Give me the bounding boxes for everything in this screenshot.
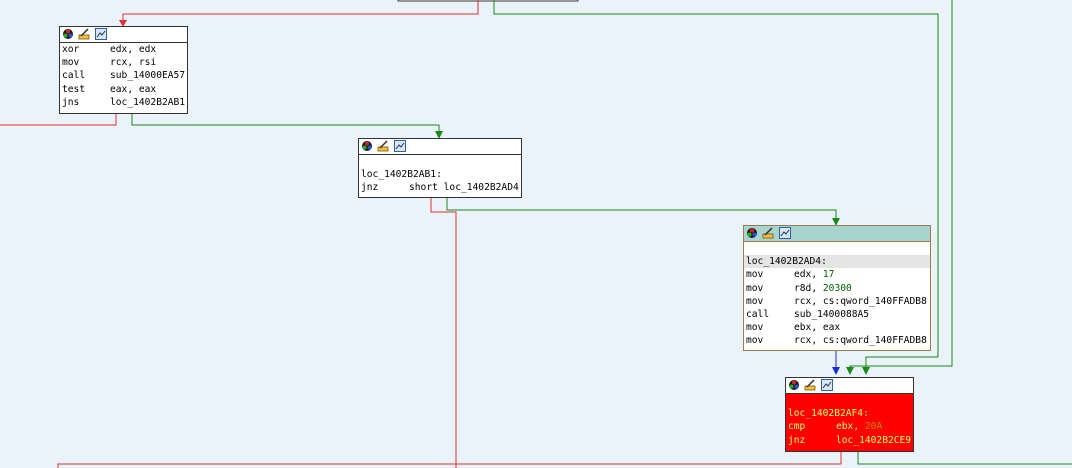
operands: edx, <box>794 269 823 281</box>
operands: ebx, <box>836 421 865 433</box>
operands: edx, edx <box>110 44 157 55</box>
asm-line[interactable]: mov ebx, eax <box>744 321 930 334</box>
mnemonic: mov <box>746 295 764 307</box>
graph-overview-icon[interactable] <box>394 140 406 152</box>
asm-blank <box>786 394 913 407</box>
node-header[interactable] <box>744 226 930 242</box>
color-node-icon[interactable] <box>746 227 758 239</box>
rename-node-icon[interactable] <box>377 140 389 152</box>
operands: loc_1402B2CE9 <box>836 434 912 446</box>
node-header[interactable] <box>60 27 187 43</box>
mnemonic: xor <box>62 44 80 55</box>
mnemonic: cmp <box>788 421 806 433</box>
asm-blank <box>359 155 521 168</box>
node-header[interactable] <box>359 139 521 155</box>
asm-line[interactable]: call sub_14000EA57 <box>60 69 187 82</box>
asm-line[interactable]: mov rcx, cs:qword_140FFADB8 <box>744 334 930 347</box>
ida-graph-view[interactable]: xor edx, edx mov rcx, rsi call sub_14000EA5… <box>0 0 1072 468</box>
asm-label[interactable]: loc_1402B2AB1: <box>359 168 521 181</box>
operands: rcx, cs:qword_140FFADB8 <box>794 335 927 347</box>
edge-false <box>122 0 479 26</box>
mnemonic: jnz <box>788 434 806 446</box>
mnemonic: jnz <box>361 182 379 194</box>
asm-line[interactable]: jnz loc_1402B2CE9 <box>786 434 913 447</box>
color-node-icon[interactable] <box>62 28 74 40</box>
graph-overview-icon[interactable] <box>779 227 791 239</box>
operands: r8d, <box>794 282 823 294</box>
asm-label[interactable]: loc_1402B2AD4: <box>744 255 930 269</box>
mnemonic: jns <box>62 96 80 108</box>
mnemonic: call <box>62 70 86 82</box>
asm-line[interactable]: mov rcx, rsi <box>60 56 187 69</box>
mnemonic: mov <box>746 269 764 281</box>
asm-line[interactable]: call sub_1400088A5 <box>744 308 930 321</box>
operands: sub_1400088A5 <box>794 308 870 320</box>
graph-node-block-c[interactable]: loc_1402B2AD4: mov edx, 17 mov r8d, 20300 … <box>743 225 931 351</box>
asm-line[interactable]: mov r8d, 20300 <box>744 282 930 295</box>
asm-line[interactable]: test eax, eax <box>60 83 187 96</box>
asm-line[interactable]: mov edx, 17 <box>744 268 930 281</box>
asm-line[interactable]: cmp ebx, 20A <box>786 420 913 433</box>
operands: loc_1402B2AB1 <box>110 96 186 108</box>
asm-line[interactable]: jnz short loc_1402B2AD4 <box>359 181 521 194</box>
asm-label[interactable]: loc_1402B2AF4: <box>786 407 913 420</box>
operands: short loc_1402B2AD4 <box>409 182 519 194</box>
asm-line[interactable]: mov rcx, cs:qword_140FFADB8 <box>744 295 930 308</box>
edge-false <box>0 113 117 126</box>
graph-overview-icon[interactable] <box>95 28 107 40</box>
mnemonic: mov <box>746 282 764 294</box>
code-label[interactable]: loc_1402B2AF4: <box>788 408 869 419</box>
operands: ebx, eax <box>794 322 841 334</box>
rename-node-icon[interactable] <box>804 379 816 391</box>
color-node-icon[interactable] <box>361 140 373 152</box>
graph-node-block-b[interactable]: loc_1402B2AB1: jnz short loc_1402B2AD4 <box>358 138 522 198</box>
graph-overview-icon[interactable] <box>821 379 833 391</box>
partial-node-top <box>397 0 579 2</box>
code-label[interactable]: loc_1402B2AD4: <box>746 256 827 267</box>
rename-node-icon[interactable] <box>762 227 774 239</box>
code-label[interactable]: loc_1402B2AB1: <box>361 169 442 180</box>
mnemonic: mov <box>746 335 764 347</box>
mnemonic: mov <box>746 322 764 334</box>
asm-blank <box>744 242 930 255</box>
operands: sub_14000EA57 <box>110 70 186 82</box>
mnemonic: mov <box>62 57 80 69</box>
immediate-value: 20A <box>864 421 883 433</box>
color-node-icon[interactable] <box>788 379 800 391</box>
edge-false <box>430 197 457 468</box>
operands: eax, eax <box>110 83 157 95</box>
graph-node-block-a[interactable]: xor edx, edx mov rcx, rsi call sub_14000EA5… <box>59 26 188 114</box>
mnemonic: call <box>746 308 770 320</box>
operands: rcx, rsi <box>110 57 157 69</box>
node-header[interactable] <box>786 378 913 394</box>
edge-false <box>57 451 842 468</box>
rename-node-icon[interactable] <box>78 28 90 40</box>
edge-true <box>131 113 440 132</box>
operands: rcx, cs:qword_140FFADB8 <box>794 295 927 307</box>
immediate-value: 20300 <box>822 282 852 294</box>
mnemonic: test <box>62 83 86 95</box>
graph-node-block-d[interactable]: loc_1402B2AF4: cmp ebx, 20A jnz loc_1402B2… <box>785 377 914 452</box>
asm-line[interactable]: jns loc_1402B2AB1 <box>60 96 187 109</box>
edge-true <box>857 451 1072 465</box>
asm-line[interactable]: xor edx, edx <box>60 43 187 56</box>
edge-true <box>446 197 837 219</box>
immediate-value: 17 <box>822 269 835 281</box>
